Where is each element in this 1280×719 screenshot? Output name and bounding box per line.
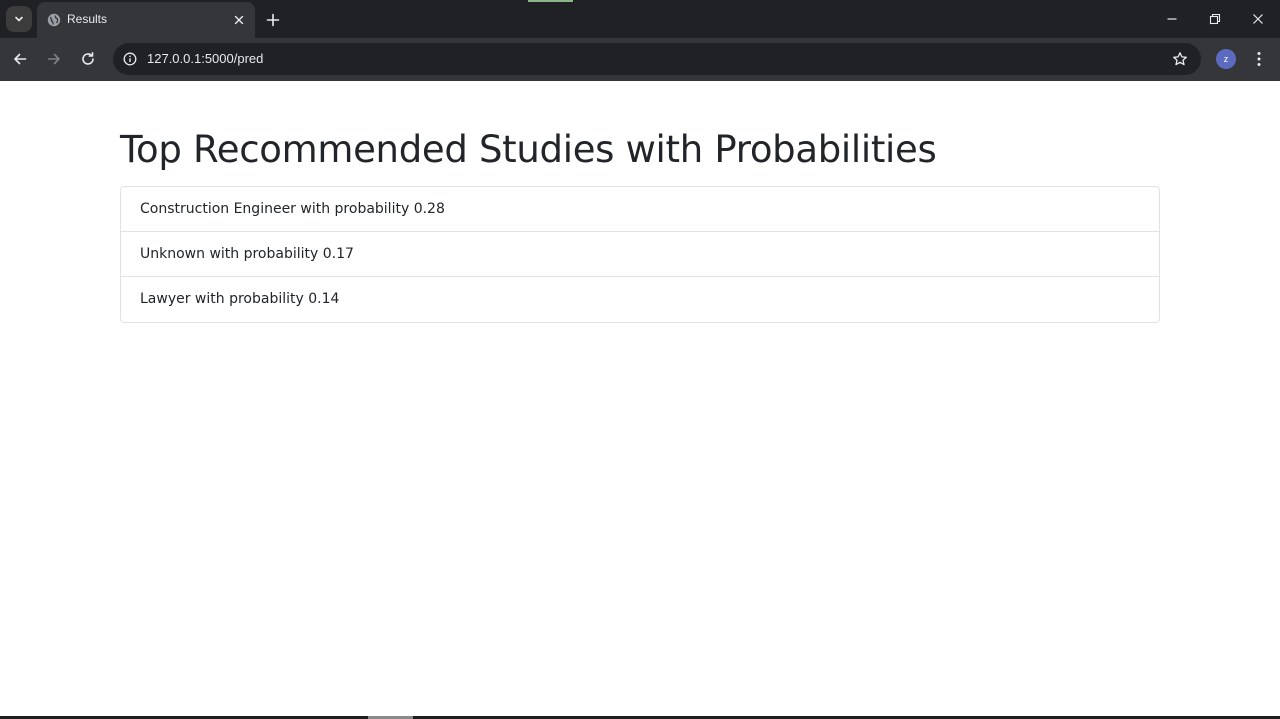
page-content: Top Recommended Studies with Probabiliti… (0, 81, 1280, 717)
tab-title: Results (67, 12, 108, 26)
globe-icon (47, 13, 61, 27)
url-text[interactable]: 127.0.0.1:5000/pred (147, 51, 263, 66)
star-icon (1173, 52, 1187, 66)
minimize-button[interactable] (1158, 6, 1186, 32)
tab-group-indicator (528, 0, 573, 2)
arrow-left-icon (14, 53, 27, 65)
back-button[interactable] (7, 46, 33, 72)
tab-strip: Results (0, 0, 1280, 38)
address-bar[interactable]: 127.0.0.1:5000/pred (113, 43, 1201, 75)
close-window-button[interactable] (1244, 6, 1272, 32)
close-icon (1253, 14, 1263, 24)
reload-button[interactable] (75, 46, 101, 72)
info-icon (123, 52, 137, 66)
forward-button[interactable] (41, 46, 67, 72)
browser-menu-button[interactable] (1250, 47, 1268, 71)
chevron-down-icon (15, 16, 23, 22)
new-tab-button[interactable] (262, 9, 284, 31)
profile-avatar[interactable]: z (1216, 49, 1236, 69)
browser-window: Results 127.0.0.1:5000/pred z Top Recomm… (0, 0, 1280, 719)
arrow-right-icon (47, 53, 60, 65)
result-item: Construction Engineer with probability 0… (121, 187, 1159, 232)
close-icon (234, 15, 244, 25)
reload-icon (82, 52, 94, 65)
result-item: Lawyer with probability 0.14 (140, 291, 340, 307)
restore-icon (1209, 13, 1221, 25)
site-info-button[interactable] (121, 50, 139, 68)
minimize-icon (1167, 18, 1177, 20)
tab-results[interactable]: Results (37, 2, 255, 38)
result-item: Unknown with probability 0.17 (121, 232, 1159, 277)
tab-close-button[interactable] (231, 12, 247, 28)
plus-icon (266, 13, 280, 27)
bookmark-button[interactable] (1171, 50, 1189, 68)
kebab-menu-icon (1257, 52, 1261, 66)
tab-search-button[interactable] (6, 6, 32, 32)
restore-button[interactable] (1201, 6, 1229, 32)
page-title: Top Recommended Studies with Probabiliti… (120, 128, 937, 171)
results-list: Construction Engineer with probability 0… (120, 186, 1160, 323)
browser-toolbar: 127.0.0.1:5000/pred z (0, 38, 1280, 81)
